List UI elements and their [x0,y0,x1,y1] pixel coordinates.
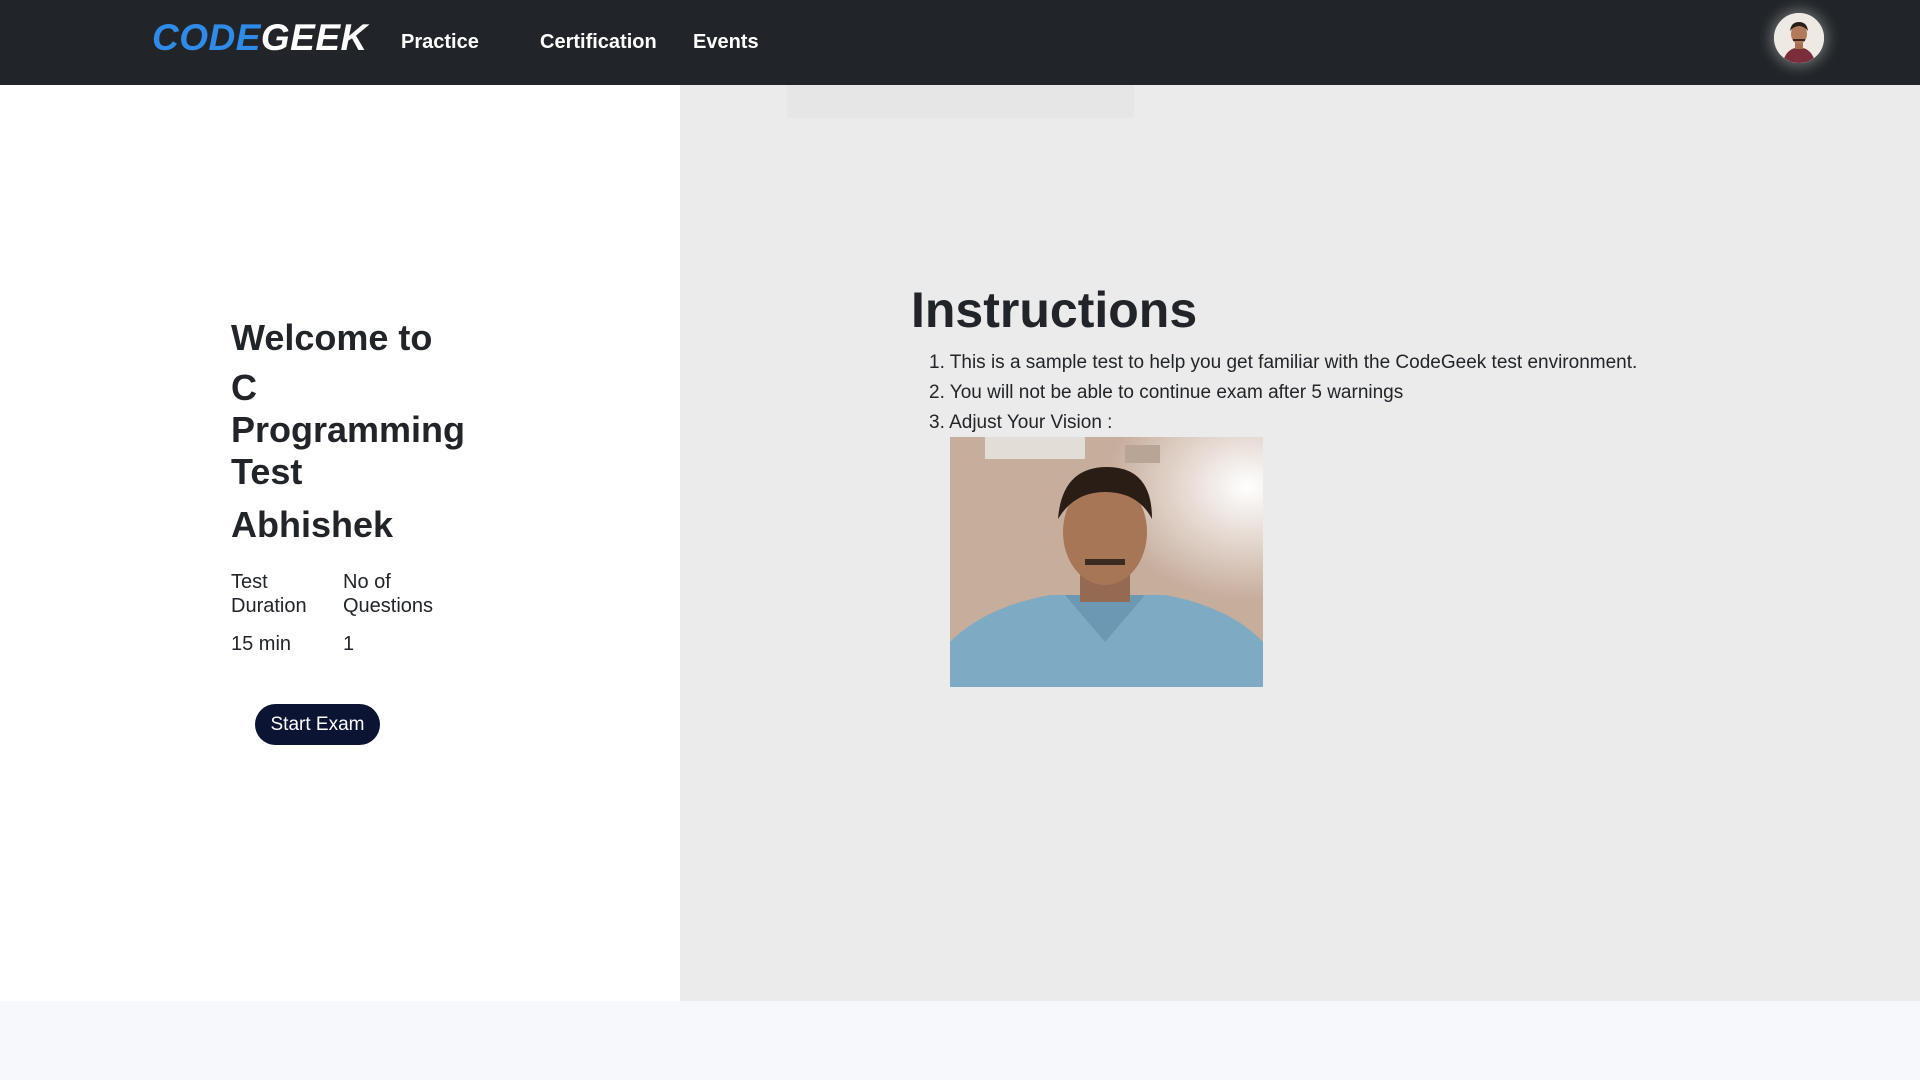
instructions-title: Instructions [911,282,1198,338]
welcome-heading: Welcome to [231,317,433,358]
instruction-item: 1. This is a sample test to help you get… [929,352,1638,373]
user-avatar-icon [1774,13,1824,63]
faded-overlay-bar [787,85,1134,118]
start-exam-button[interactable]: Start Exam [255,704,380,745]
top-navbar: CODEGEEK Practice Certification Events [0,0,1920,85]
instruction-item: 3. Adjust Your Vision : [929,412,1113,433]
test-name: C Programming Test [231,367,466,492]
question-count-label: No of Questions [343,571,434,617]
nav-events[interactable]: Events [693,28,759,56]
webcam-preview [950,437,1263,687]
brand-logo-code: CODE [152,17,261,58]
user-name: Abhishek [231,504,394,545]
instruction-item: 2. You will not be able to continue exam… [929,382,1404,403]
brand-logo[interactable]: CODEGEEK [152,14,368,62]
profile-avatar[interactable] [1774,13,1824,63]
question-count-value: 1 [343,633,355,655]
test-duration-value: 15 min [231,633,292,655]
brand-logo-geek: GEEK [260,17,368,58]
test-duration-label: Test Duration [231,571,307,617]
nav-practice[interactable]: Practice [401,28,479,56]
webcam-feed-icon [950,437,1263,687]
instructions-panel [680,85,1920,1001]
nav-certification[interactable]: Certification [540,28,657,56]
